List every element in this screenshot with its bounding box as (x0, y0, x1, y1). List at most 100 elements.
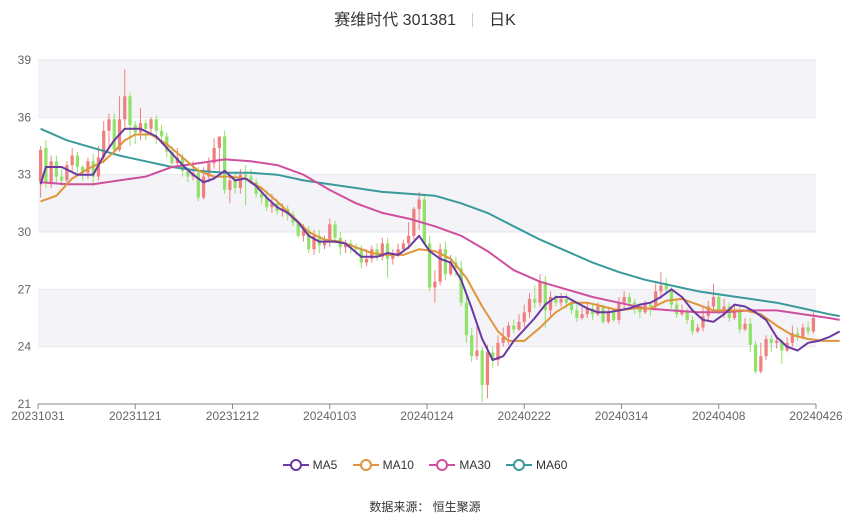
candle-body (522, 312, 526, 322)
legend-item-ma5[interactable]: MA5 (282, 458, 338, 472)
legend-label: MA5 (312, 458, 338, 472)
candle-body (217, 136, 221, 148)
candle-body (401, 243, 405, 250)
candle-body (475, 350, 479, 357)
legend-item-ma10[interactable]: MA10 (352, 458, 414, 472)
candle-body (149, 119, 153, 129)
candle-body (222, 136, 227, 190)
candle-body (506, 325, 511, 338)
candle-body (154, 119, 158, 131)
candle-body (422, 199, 427, 244)
legend-label: MA30 (459, 458, 491, 472)
candle-body (328, 224, 332, 242)
candle-body (611, 312, 616, 320)
candle-body (412, 209, 416, 236)
candle-body (86, 161, 90, 173)
candle-body (49, 161, 53, 185)
legend-label: MA10 (382, 458, 414, 472)
candle-body (107, 119, 111, 131)
candle-body (601, 306, 605, 322)
candle-body (44, 147, 48, 183)
candle-body (527, 298, 532, 313)
legend-swatch-icon (352, 458, 379, 472)
candle-body (648, 304, 653, 307)
candle-body (75, 155, 80, 168)
candle-body (65, 165, 69, 181)
candle-body (801, 327, 805, 338)
grid-band (38, 60, 816, 118)
candle-body (627, 296, 632, 303)
candle-body (759, 356, 763, 372)
legend-swatch-icon (506, 458, 533, 472)
candle-body (485, 352, 490, 385)
y-tick-label: 27 (18, 282, 32, 296)
candle-body (364, 258, 369, 263)
candle-body (753, 344, 758, 372)
candle-body (764, 339, 768, 357)
candle-body (811, 318, 816, 332)
x-tick-label: 20240314 (595, 409, 649, 423)
y-tick-label: 33 (18, 168, 32, 182)
candle-body (480, 350, 484, 385)
candle-body (743, 323, 747, 330)
x-tick-label: 20231212 (206, 409, 260, 423)
kline-chart: 2124273033363920231031 20231121 20231212 20… (11, 53, 843, 423)
y-tick-label: 36 (18, 110, 32, 124)
candle-body (433, 281, 437, 288)
candle-body (144, 123, 148, 129)
x-tick-label: 20240103 (303, 409, 357, 423)
x-tick-label: 20240426 (789, 409, 843, 423)
candle-body (54, 161, 59, 177)
candle-body (696, 327, 700, 332)
candle-body (675, 304, 679, 315)
y-tick-label: 30 (18, 225, 32, 239)
candle-body (806, 327, 810, 332)
candle-body (690, 319, 695, 332)
candle-body (201, 176, 206, 198)
legend-item-ma30[interactable]: MA30 (429, 458, 491, 472)
candle-body (564, 298, 568, 303)
candle-body (575, 310, 579, 318)
legend-label: MA60 (536, 458, 568, 472)
grid-band (38, 289, 816, 347)
x-tick-label: 20231031 (11, 409, 65, 423)
candle-body (333, 224, 337, 238)
candle-body (128, 96, 132, 125)
legend-item-ma60[interactable]: MA60 (506, 458, 567, 472)
candle-body (112, 119, 116, 150)
candle-body (664, 285, 668, 290)
candle-body (738, 310, 742, 330)
candle-body (470, 335, 474, 357)
candle-body (769, 339, 773, 343)
candle-body (748, 323, 752, 345)
candle-body (228, 180, 232, 190)
candle-body (669, 289, 674, 305)
candle-body (406, 235, 411, 244)
x-tick-label: 20240124 (400, 409, 454, 423)
candle-body (580, 314, 584, 318)
candle-body (123, 96, 127, 120)
candle-body (538, 281, 542, 303)
candle-body (606, 312, 610, 322)
data-source: 数据来源： 恒生聚源 (369, 500, 481, 514)
candle-body (385, 243, 390, 259)
candle-body (464, 302, 469, 336)
legend: MA5 MA10 MA30 MA60 (0, 458, 850, 475)
legend-swatch-icon (282, 458, 309, 472)
y-tick-label: 39 (18, 53, 32, 67)
candle-body (244, 174, 248, 177)
candle-body (774, 340, 779, 343)
candle-body (717, 296, 721, 311)
candle-body (159, 130, 164, 137)
candle-body (711, 296, 716, 307)
candle-body (238, 174, 243, 189)
candle-body (512, 325, 516, 330)
candle-body (70, 155, 74, 166)
x-tick-label: 20231121 (109, 409, 162, 423)
x-tick-label: 20240222 (498, 409, 552, 423)
candle-body (517, 321, 521, 330)
candle-body (533, 298, 537, 303)
x-tick-label: 20240408 (692, 409, 746, 423)
candle-body (233, 180, 237, 189)
candle-body (60, 176, 64, 181)
